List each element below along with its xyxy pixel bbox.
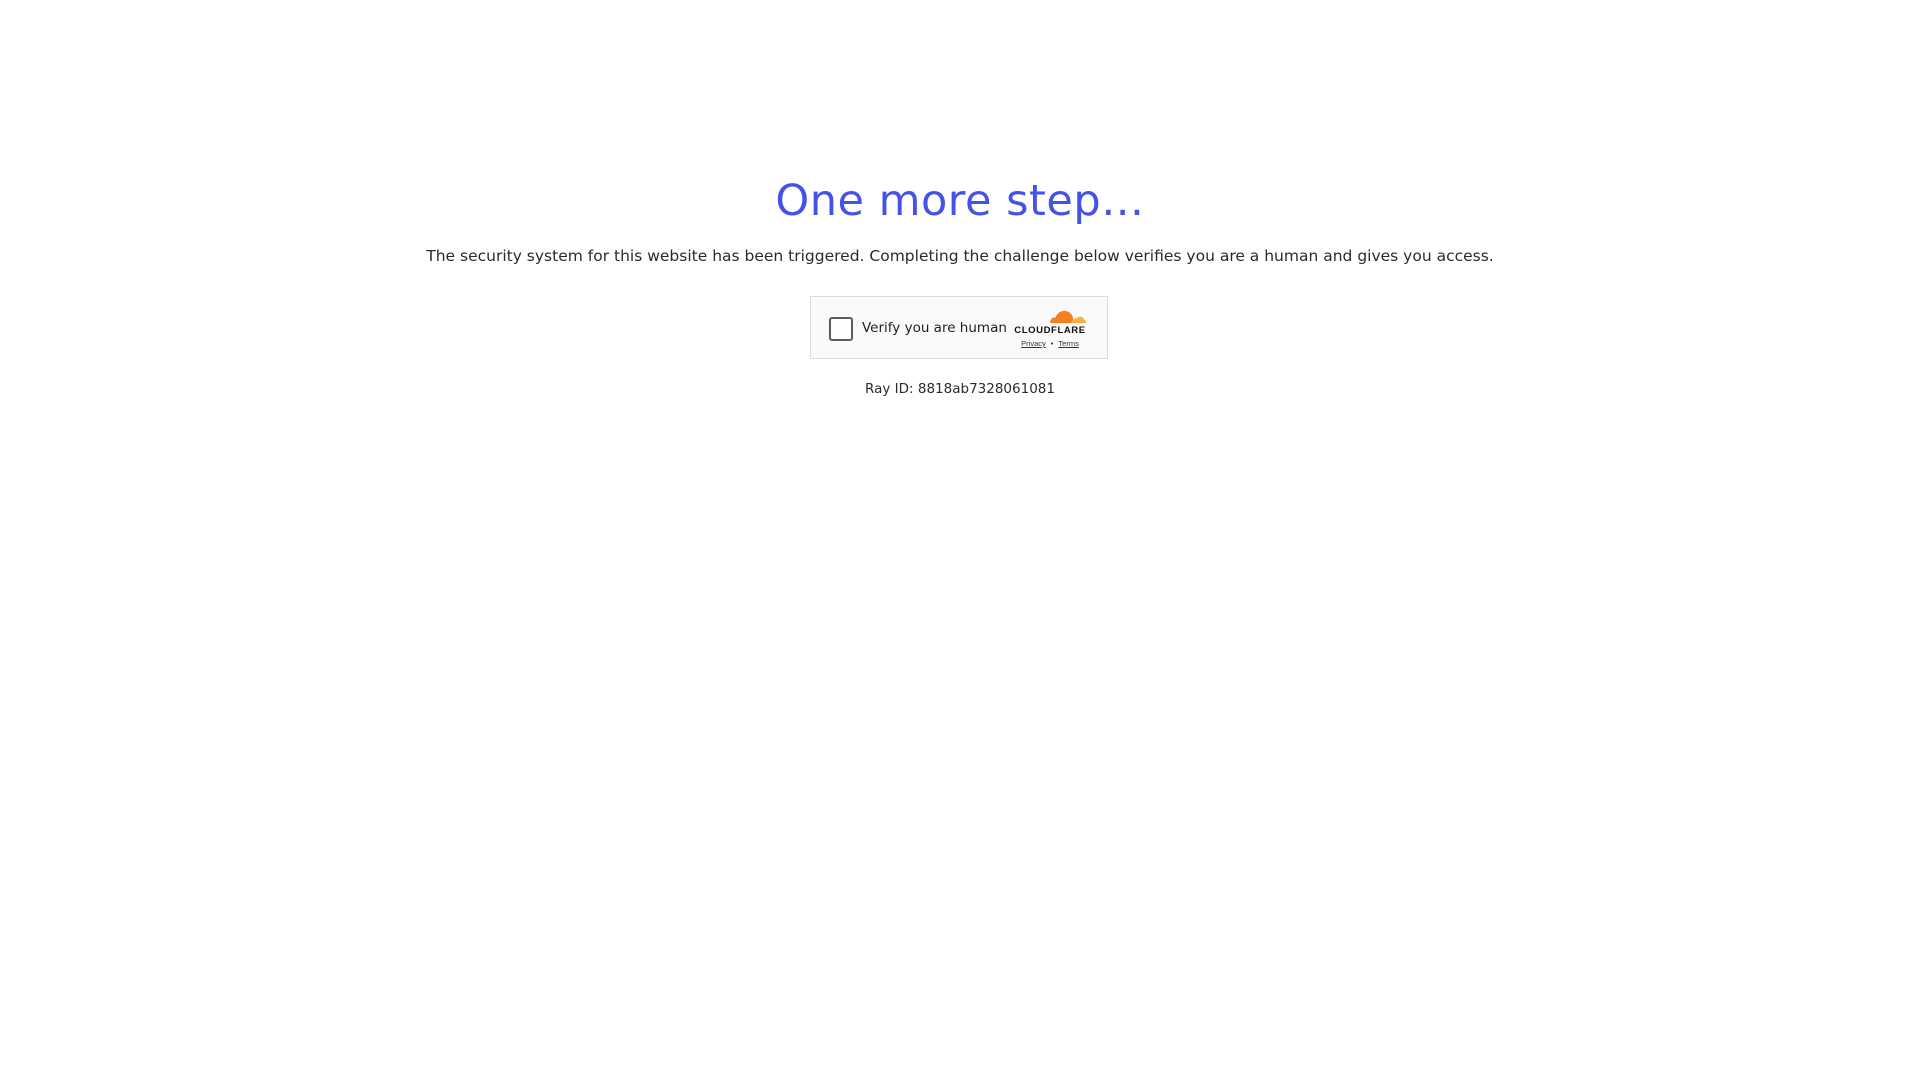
- cloudflare-logo-icon: [1049, 310, 1086, 325]
- widget-links: Privacy • Terms: [1009, 339, 1091, 349]
- verify-checkbox[interactable]: [829, 317, 853, 341]
- page-description: The security system for this website has…: [426, 247, 1494, 265]
- challenge-page: One more step… The security system for t…: [0, 0, 1920, 1080]
- ray-id: Ray ID: 8818ab7328061081: [865, 381, 1055, 397]
- brand-name: CLOUDFLARE: [1014, 325, 1086, 336]
- turnstile-widget: Verify you are human CLOUDFLARE Privacy •…: [810, 296, 1108, 359]
- privacy-link[interactable]: Privacy: [1021, 339, 1046, 348]
- page-title: One more step…: [775, 176, 1145, 226]
- link-separator: •: [1050, 339, 1054, 348]
- cloudflare-branding: CLOUDFLARE Privacy • Terms: [1009, 307, 1091, 353]
- terms-link[interactable]: Terms: [1058, 339, 1078, 348]
- verify-label[interactable]: Verify you are human: [862, 319, 1007, 337]
